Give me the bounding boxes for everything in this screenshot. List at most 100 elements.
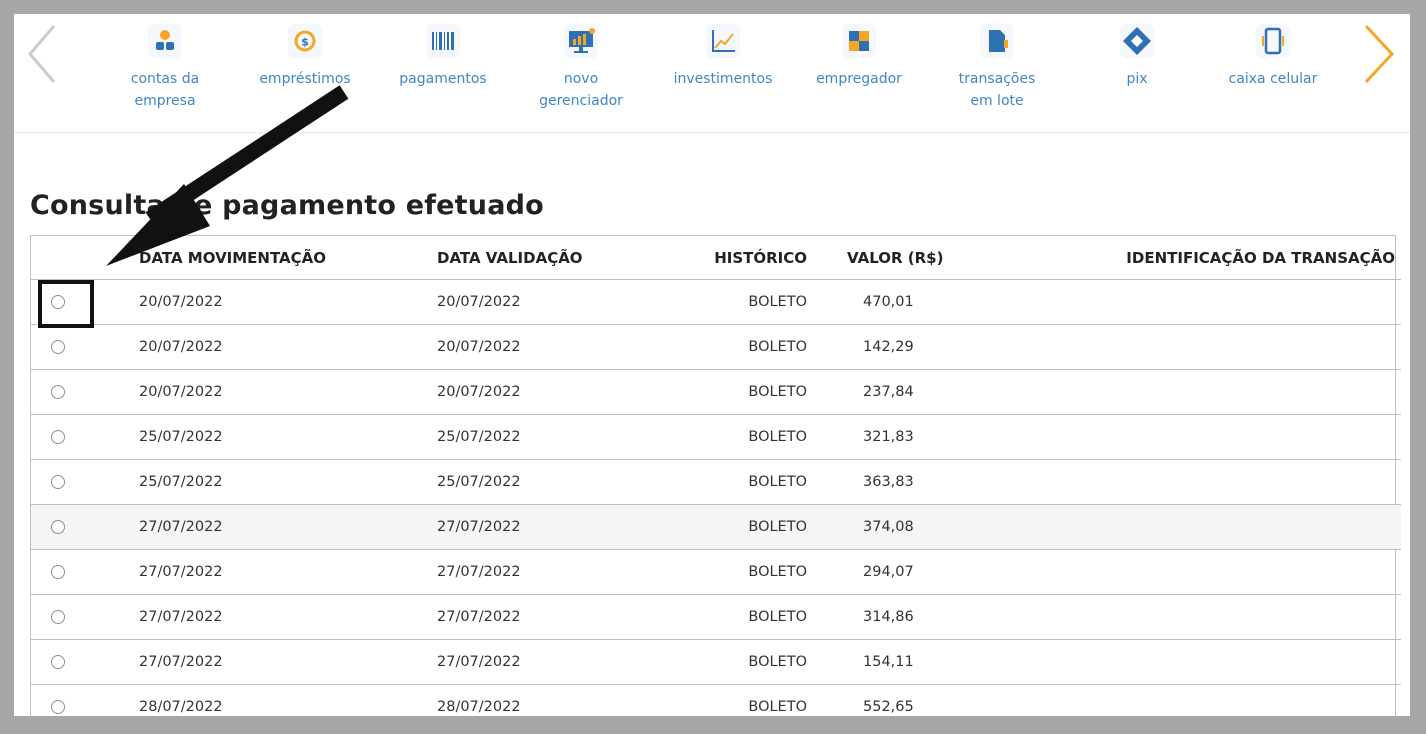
cell-identificacao <box>967 324 1401 370</box>
row-radio[interactable] <box>51 610 65 624</box>
row-radio[interactable] <box>51 475 65 489</box>
table-row[interactable]: 25/07/2022 25/07/2022 BOLETO 321,83 <box>31 414 1401 460</box>
nav-item-label: transações em lote <box>958 71 1036 109</box>
table-row[interactable]: 20/07/2022 20/07/2022 BOLETO 237,84 <box>31 369 1401 415</box>
nav-item-caixa-celular[interactable]: caixa celular <box>1214 24 1332 90</box>
cell-valor: 237,84 <box>807 369 967 415</box>
cell-historico: BOLETO <box>675 279 807 325</box>
row-select-cell <box>31 684 139 716</box>
cell-identificacao <box>967 279 1401 325</box>
cell-valor: 314,86 <box>807 594 967 640</box>
row-radio[interactable] <box>51 385 65 399</box>
cell-identificacao <box>967 459 1401 505</box>
app-frame: contas da empresa $ empréstimos pagament… <box>14 14 1410 716</box>
nav-item-transacoes-em-lote[interactable]: transações em lote <box>938 24 1056 112</box>
cell-data-validacao: 27/07/2022 <box>437 594 675 640</box>
header-identificacao[interactable]: IDENTIFICAÇÃO DA TRANSAÇÃO <box>967 236 1401 280</box>
row-radio[interactable] <box>51 340 65 354</box>
cell-historico-text: BOLETO <box>748 699 807 715</box>
cell-valor-text: 321,83 <box>863 429 914 445</box>
barcode-icon <box>426 24 460 58</box>
nav-item-novo-gerenciador[interactable]: novo gerenciador <box>522 24 640 112</box>
cell-valor: 470,01 <box>807 279 967 325</box>
cell-historico-text: BOLETO <box>748 339 807 355</box>
pix-icon <box>1120 24 1154 58</box>
cell-data-validacao: 20/07/2022 <box>437 324 675 370</box>
cell-data-validacao: 25/07/2022 <box>437 459 675 505</box>
cell-historico-text: BOLETO <box>748 519 807 535</box>
nav-item-pagamentos[interactable]: pagamentos <box>384 24 502 90</box>
nav-item-investimentos[interactable]: investimentos <box>664 24 782 90</box>
cell-identificacao <box>967 369 1401 415</box>
nav-item-empregador[interactable]: empregador <box>800 24 918 90</box>
cell-historico: BOLETO <box>675 594 807 640</box>
nav-item-label: caixa celular <box>1228 71 1318 87</box>
row-radio[interactable] <box>51 655 65 669</box>
nav-item-label: pagamentos <box>399 71 487 87</box>
cell-identificacao <box>967 549 1401 595</box>
row-select-cell <box>31 459 139 505</box>
cell-historico: BOLETO <box>675 414 807 460</box>
nav-item-pix[interactable]: pix <box>1078 24 1196 90</box>
nav-prev-button[interactable] <box>24 22 64 86</box>
cell-valor: 552,65 <box>807 684 967 716</box>
table-row[interactable]: 25/07/2022 25/07/2022 BOLETO 363,83 <box>31 459 1401 505</box>
table-row[interactable]: 27/07/2022 27/07/2022 BOLETO 314,86 <box>31 594 1401 640</box>
cell-valor-text: 154,11 <box>863 654 914 670</box>
header-valor[interactable]: VALOR (R$) <box>807 236 967 280</box>
nav-item-emprestimos[interactable]: $ empréstimos <box>246 24 364 90</box>
cell-valor: 294,07 <box>807 549 967 595</box>
cell-data-movimentacao: 27/07/2022 <box>139 594 437 640</box>
nav-item-label: empregador <box>816 71 902 87</box>
cell-valor-text: 237,84 <box>863 384 914 400</box>
cell-valor: 321,83 <box>807 414 967 460</box>
table-row[interactable]: 27/07/2022 27/07/2022 BOLETO 294,07 <box>31 549 1401 595</box>
nav-item-label: empréstimos <box>259 71 351 87</box>
row-select-cell <box>31 504 139 550</box>
table-row[interactable]: 28/07/2022 28/07/2022 BOLETO 552,65 <box>31 684 1401 716</box>
cell-valor-text: 552,65 <box>863 699 914 715</box>
header-data-validacao[interactable]: DATA VALIDAÇÃO <box>437 236 675 280</box>
cell-valor-text: 314,86 <box>863 609 914 625</box>
nav-item-contas-da-empresa[interactable]: contas da empresa <box>106 24 224 112</box>
table-row[interactable]: 20/07/2022 20/07/2022 BOLETO 470,01 <box>31 279 1401 325</box>
table-row[interactable]: 27/07/2022 27/07/2022 BOLETO 154,11 <box>31 639 1401 685</box>
highlight-box <box>38 280 94 328</box>
chevron-left-icon <box>28 25 56 83</box>
cell-historico-text: BOLETO <box>748 384 807 400</box>
row-radio[interactable] <box>51 520 65 534</box>
row-select-cell <box>31 324 139 370</box>
cell-data-movimentacao: 25/07/2022 <box>139 414 437 460</box>
cell-historico: BOLETO <box>675 369 807 415</box>
row-radio[interactable] <box>51 565 65 579</box>
cell-data-movimentacao: 20/07/2022 <box>139 369 437 415</box>
cell-data-validacao: 27/07/2022 <box>437 504 675 550</box>
cell-valor-text: 470,01 <box>863 294 914 310</box>
cell-valor-text: 294,07 <box>863 564 914 580</box>
cell-historico-text: BOLETO <box>748 654 807 670</box>
cell-data-movimentacao: 27/07/2022 <box>139 504 437 550</box>
nav-item-label: pix <box>1126 71 1148 87</box>
row-radio[interactable] <box>51 700 65 714</box>
header-data-movimentacao[interactable]: DATA MOVIMENTAÇÃO <box>139 236 437 280</box>
cell-historico: BOLETO <box>675 639 807 685</box>
cell-historico: BOLETO <box>675 504 807 550</box>
cell-historico: BOLETO <box>675 324 807 370</box>
header-historico[interactable]: HISTÓRICO <box>675 236 807 280</box>
cell-identificacao <box>967 504 1401 550</box>
cell-valor: 363,83 <box>807 459 967 505</box>
cell-data-movimentacao: 20/07/2022 <box>139 279 437 325</box>
cell-data-movimentacao: 27/07/2022 <box>139 549 437 595</box>
cell-identificacao <box>967 594 1401 640</box>
header-valor-label: VALOR (R$) <box>847 248 944 267</box>
nav-next-button[interactable] <box>1358 22 1398 86</box>
cell-valor: 154,11 <box>807 639 967 685</box>
cell-historico: BOLETO <box>675 459 807 505</box>
svg-text:$: $ <box>301 36 309 49</box>
nav-item-label: investimentos <box>673 71 773 87</box>
table-row[interactable]: 20/07/2022 20/07/2022 BOLETO 142,29 <box>31 324 1401 370</box>
cell-data-validacao: 20/07/2022 <box>437 369 675 415</box>
table-row[interactable]: 27/07/2022 27/07/2022 BOLETO 374,08 <box>31 504 1401 550</box>
row-radio[interactable] <box>51 430 65 444</box>
cell-valor-text: 374,08 <box>863 519 914 535</box>
